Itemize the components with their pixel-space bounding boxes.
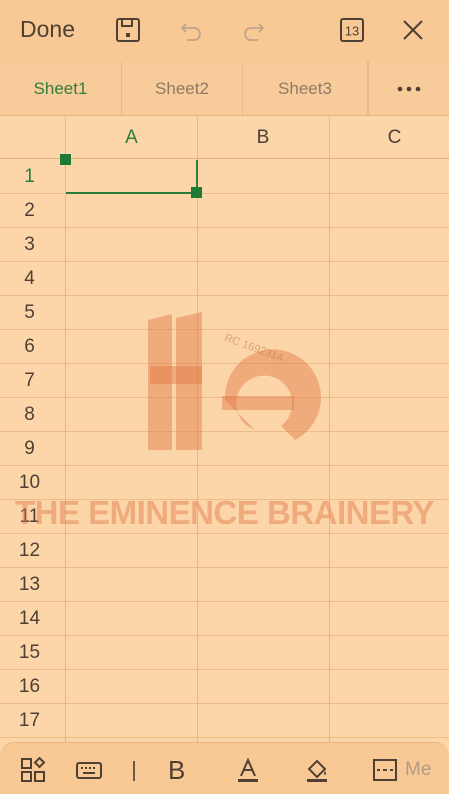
table-row[interactable]: 8 <box>0 398 449 432</box>
row-header[interactable]: 4 <box>0 262 65 296</box>
row-header[interactable]: 14 <box>0 602 65 636</box>
row-header[interactable]: 16 <box>0 670 65 704</box>
row-header[interactable]: 13 <box>0 568 65 602</box>
table-row[interactable]: 3 <box>0 228 449 262</box>
column-header-b[interactable]: B <box>197 117 329 159</box>
keyboard-icon[interactable] <box>76 757 102 783</box>
table-row[interactable]: 1 <box>0 160 449 194</box>
table-row[interactable]: 12 <box>0 534 449 568</box>
row-header[interactable]: 8 <box>0 398 65 432</box>
merge-label[interactable]: Me <box>405 759 431 781</box>
row-header[interactable]: 1 <box>0 160 65 194</box>
row-header[interactable]: 15 <box>0 636 65 670</box>
bold-button[interactable]: B <box>168 755 185 786</box>
more-tabs-button[interactable] <box>368 62 449 116</box>
done-button[interactable]: Done <box>20 16 75 43</box>
apps-grid-icon[interactable] <box>20 757 46 783</box>
merge-cells-icon[interactable] <box>372 757 398 783</box>
sheet-tabs: Sheet1 Sheet2 Sheet3 <box>0 62 449 116</box>
row-header[interactable]: 12 <box>0 534 65 568</box>
table-row[interactable]: 13 <box>0 568 449 602</box>
row-header[interactable]: 17 <box>0 704 65 738</box>
row-header[interactable]: 10 <box>0 466 65 500</box>
tab-sheet2[interactable]: Sheet2 <box>122 62 243 116</box>
table-row[interactable]: 4 <box>0 262 449 296</box>
row-header[interactable]: 2 <box>0 194 65 228</box>
sheet-count-text: 13 <box>345 24 359 39</box>
table-row[interactable]: 14 <box>0 602 449 636</box>
more-icon <box>397 86 421 92</box>
table-row[interactable]: 5 <box>0 296 449 330</box>
table-row[interactable]: 2 <box>0 194 449 228</box>
selection-border-bottom <box>66 192 197 194</box>
top-toolbar: Done 13 <box>0 0 449 62</box>
close-icon[interactable] <box>399 16 427 44</box>
row-header[interactable]: 7 <box>0 364 65 398</box>
bottom-toolbar: B Me <box>0 742 449 794</box>
row-header[interactable]: 6 <box>0 330 65 364</box>
column-header-a[interactable]: A <box>66 117 197 159</box>
table-row[interactable]: 9 <box>0 432 449 466</box>
save-icon[interactable] <box>114 16 142 44</box>
row-header[interactable]: 3 <box>0 228 65 262</box>
tab-sheet3[interactable]: Sheet3 <box>243 62 368 116</box>
spreadsheet-grid[interactable]: A B C 1 2 3 4 5 6 7 8 9 10 11 12 13 14 1… <box>0 117 449 742</box>
row-header[interactable]: 11 <box>0 500 65 534</box>
table-row[interactable]: 17 <box>0 704 449 738</box>
table-row[interactable]: 7 <box>0 364 449 398</box>
column-header-row: A B C <box>0 117 449 159</box>
column-divider <box>329 117 330 742</box>
sheet-count-icon[interactable]: 13 <box>338 16 366 44</box>
table-row[interactable]: 15 <box>0 636 449 670</box>
selection-end-handle[interactable] <box>191 187 202 198</box>
fill-color-icon[interactable] <box>304 757 330 783</box>
row-header[interactable]: 5 <box>0 296 65 330</box>
undo-icon[interactable] <box>177 16 205 44</box>
font-color-icon[interactable] <box>235 757 261 783</box>
column-header-c[interactable]: C <box>329 117 449 159</box>
table-row[interactable]: 10 <box>0 466 449 500</box>
toolbar-divider <box>133 761 135 781</box>
column-divider <box>197 117 198 742</box>
table-row[interactable]: 11 <box>0 500 449 534</box>
redo-icon[interactable] <box>240 16 268 44</box>
table-row[interactable]: 16 <box>0 670 449 704</box>
tab-sheet1[interactable]: Sheet1 <box>0 62 122 116</box>
table-row[interactable]: 6 <box>0 330 449 364</box>
selection-start-handle[interactable] <box>60 154 71 165</box>
column-divider <box>65 117 66 742</box>
row-header[interactable]: 9 <box>0 432 65 466</box>
